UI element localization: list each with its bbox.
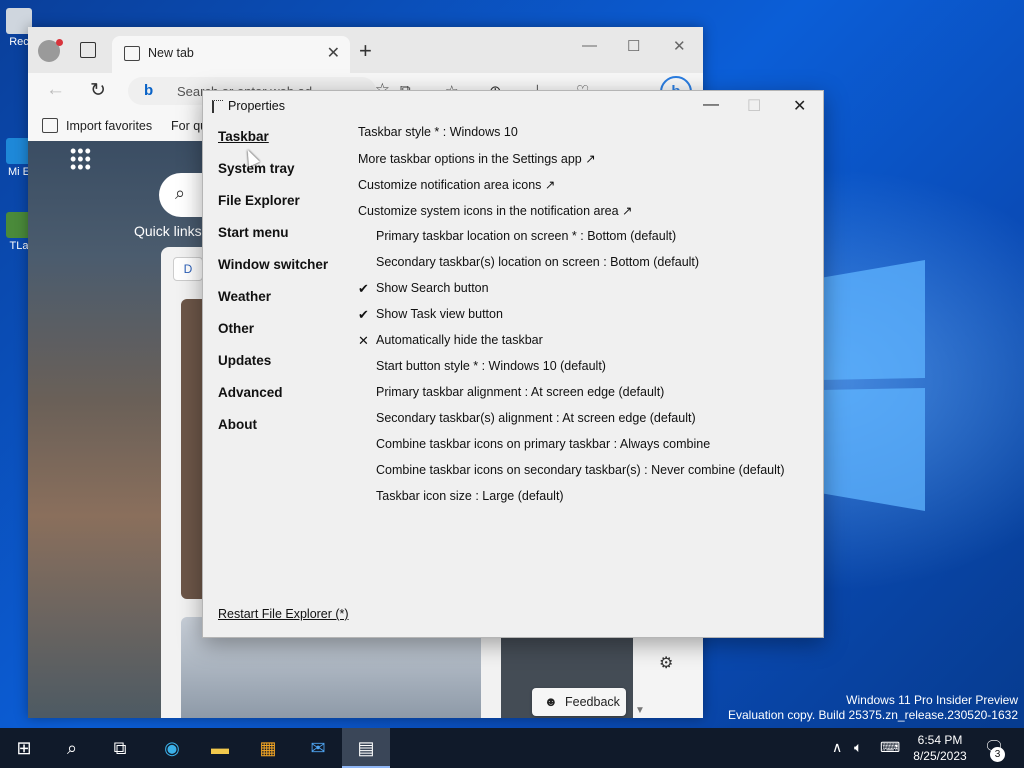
taskbar-mail[interactable]: ✉ bbox=[294, 728, 342, 768]
nav-item-taskbar[interactable]: Taskbar bbox=[218, 129, 328, 161]
nav-item-advanced[interactable]: Advanced bbox=[218, 385, 328, 417]
watermark-line-2: Evaluation copy. Build 25375.zn_release.… bbox=[728, 708, 1018, 722]
windows-start-icon: ⊞ bbox=[16, 738, 32, 758]
search-icon: ⌕ bbox=[175, 183, 186, 203]
notification-count-badge: 3 bbox=[990, 747, 1005, 762]
task-view-icon: ⧉ bbox=[113, 738, 127, 758]
new-tab-page-icon bbox=[124, 46, 140, 61]
watermark-line-1: Windows 11 Pro Insider Preview bbox=[846, 693, 1018, 707]
taskbar-search-button[interactable]: ⌕ bbox=[48, 728, 96, 768]
properties-dialog: Properties — ☐ ✕ Taskbar System tray Fil… bbox=[202, 90, 824, 638]
taskbar-store[interactable]: ▦ bbox=[244, 728, 292, 768]
checkmark-icon: ✔ bbox=[358, 307, 369, 322]
setting-label: Primary taskbar location on screen * : B… bbox=[376, 229, 677, 243]
taskbar-edge[interactable]: ◉ bbox=[148, 728, 196, 768]
setting-label: Secondary taskbar(s) location on screen … bbox=[376, 255, 700, 269]
volume-icon[interactable]: 🔈︎ bbox=[854, 739, 862, 756]
nav-item-weather[interactable]: Weather bbox=[218, 289, 328, 321]
reload-icon[interactable]: ↻ bbox=[90, 79, 106, 102]
setting-label: Customize notification area icons ↗ bbox=[358, 178, 556, 192]
dialog-maximize-button: ☐ bbox=[747, 98, 762, 115]
dialog-sidebar-nav: Taskbar System tray File Explorer Start … bbox=[218, 129, 328, 449]
feedback-person-icon: ☻ bbox=[544, 694, 558, 709]
dialog-titlebar[interactable]: Properties — ☐ ✕ bbox=[203, 91, 823, 121]
desktop-icon-label: Rec bbox=[9, 36, 29, 48]
back-arrow-icon[interactable]: ← bbox=[46, 79, 65, 101]
news-card[interactable] bbox=[181, 299, 203, 599]
desktop-icon-label: Mi E bbox=[8, 166, 30, 178]
scroll-down-arrow-icon[interactable]: ▼ bbox=[635, 705, 645, 716]
tab-close-button[interactable]: ✕ bbox=[327, 43, 340, 63]
dialog-close-button[interactable]: ✕ bbox=[793, 96, 806, 116]
feedback-button[interactable]: ☻ Feedback bbox=[532, 688, 626, 716]
clock-time: 6:54 PM bbox=[917, 733, 963, 747]
browser-maximize-button[interactable]: ☐ bbox=[627, 37, 640, 55]
edge-icon: ◉ bbox=[164, 738, 180, 758]
feedback-label: Feedback bbox=[565, 695, 620, 709]
setting-label: Secondary taskbar(s) alignment : At scre… bbox=[376, 411, 696, 425]
setting-label: Combine taskbar icons on secondary taskb… bbox=[376, 463, 785, 477]
properties-app-icon: ▤ bbox=[357, 738, 375, 758]
cross-mark-icon: ✕ bbox=[358, 333, 369, 348]
checkmark-icon: ✔ bbox=[358, 281, 369, 296]
browser-minimize-button[interactable]: — bbox=[582, 37, 597, 54]
app-launcher-icon[interactable]: ••• ••• ••• bbox=[70, 142, 92, 176]
search-icon: ⌕ bbox=[66, 738, 78, 758]
clock-date: 8/25/2023 bbox=[913, 749, 967, 763]
nav-item-window-switcher[interactable]: Window switcher bbox=[218, 257, 328, 289]
setting-label: More taskbar options in the Settings app… bbox=[358, 152, 596, 166]
store-icon: ▦ bbox=[259, 738, 277, 758]
profile-alert-dot bbox=[56, 39, 63, 46]
page-settings-gear-icon[interactable]: ⚙ bbox=[659, 653, 673, 673]
bing-search-icon: b bbox=[144, 82, 154, 99]
quick-links-label: Quick links bbox=[134, 223, 202, 239]
browser-close-button[interactable]: ✕ bbox=[673, 37, 686, 55]
new-tab-button[interactable]: + bbox=[359, 38, 372, 64]
properties-app-icon bbox=[212, 100, 223, 113]
setting-label: Show Task view button bbox=[376, 307, 503, 321]
task-view-button[interactable]: ⧉ bbox=[96, 728, 144, 768]
setting-label: Automatically hide the taskbar bbox=[376, 333, 543, 347]
nav-item-updates[interactable]: Updates bbox=[218, 353, 328, 385]
setting-label: Customize system icons in the notificati… bbox=[358, 204, 633, 218]
setting-label: Combine taskbar icons on primary taskbar… bbox=[376, 437, 711, 451]
nav-item-about[interactable]: About bbox=[218, 417, 328, 449]
nav-item-other[interactable]: Other bbox=[218, 321, 328, 353]
file-explorer-icon: ▬ bbox=[211, 738, 229, 758]
favorites-bar-item[interactable]: Import favorites bbox=[66, 119, 152, 133]
setting-label: Start button style * : Windows 10 (defau… bbox=[376, 359, 606, 373]
feed-tab-chip[interactable]: D bbox=[173, 257, 203, 281]
setting-label: Taskbar style * : Windows 10 bbox=[358, 125, 518, 139]
dialog-title: Properties bbox=[228, 99, 285, 113]
taskbar-properties-app[interactable]: ▤ bbox=[342, 728, 390, 768]
nav-item-start-menu[interactable]: Start menu bbox=[218, 225, 328, 257]
tab-actions-icon[interactable] bbox=[80, 42, 96, 58]
nav-item-file-explorer[interactable]: File Explorer bbox=[218, 193, 328, 225]
show-hidden-icons-chevron-icon[interactable]: ∧ bbox=[832, 739, 842, 756]
evaluation-watermark: Windows 11 Pro Insider Preview Evaluatio… bbox=[728, 693, 1018, 723]
import-favorites-icon bbox=[42, 118, 58, 133]
desktop-icon-label: TLa bbox=[9, 240, 29, 252]
mail-icon: ✉ bbox=[310, 738, 326, 758]
tab-new-tab[interactable]: New tab ✕ bbox=[112, 36, 350, 73]
tab-title: New tab bbox=[148, 46, 194, 60]
taskbar-file-explorer[interactable]: ▬ bbox=[196, 728, 244, 768]
setting-label: Primary taskbar alignment : At screen ed… bbox=[376, 385, 665, 399]
keyboard-icon[interactable]: ⌨ bbox=[880, 739, 900, 756]
tab-strip: New tab ✕ + — ☐ ✕ bbox=[28, 27, 703, 73]
setting-label: Taskbar icon size : Large (default) bbox=[376, 489, 564, 503]
restart-file-explorer-link[interactable]: Restart File Explorer (*) bbox=[218, 607, 349, 621]
setting-label: Show Search button bbox=[376, 281, 489, 295]
nav-item-system-tray[interactable]: System tray bbox=[218, 161, 328, 193]
taskbar: ⊞ ⌕ ⧉ ◉ ▬ ▦ ✉ ▤ ∧ 🔈︎ ⌨ 6:54 PM 8/25/2023… bbox=[0, 728, 1024, 768]
windows-logo-wallpaper bbox=[820, 260, 925, 511]
start-button[interactable]: ⊞ bbox=[0, 728, 48, 768]
dialog-minimize-button[interactable]: — bbox=[703, 96, 719, 114]
taskbar-clock[interactable]: 6:54 PM 8/25/2023 bbox=[905, 732, 975, 764]
